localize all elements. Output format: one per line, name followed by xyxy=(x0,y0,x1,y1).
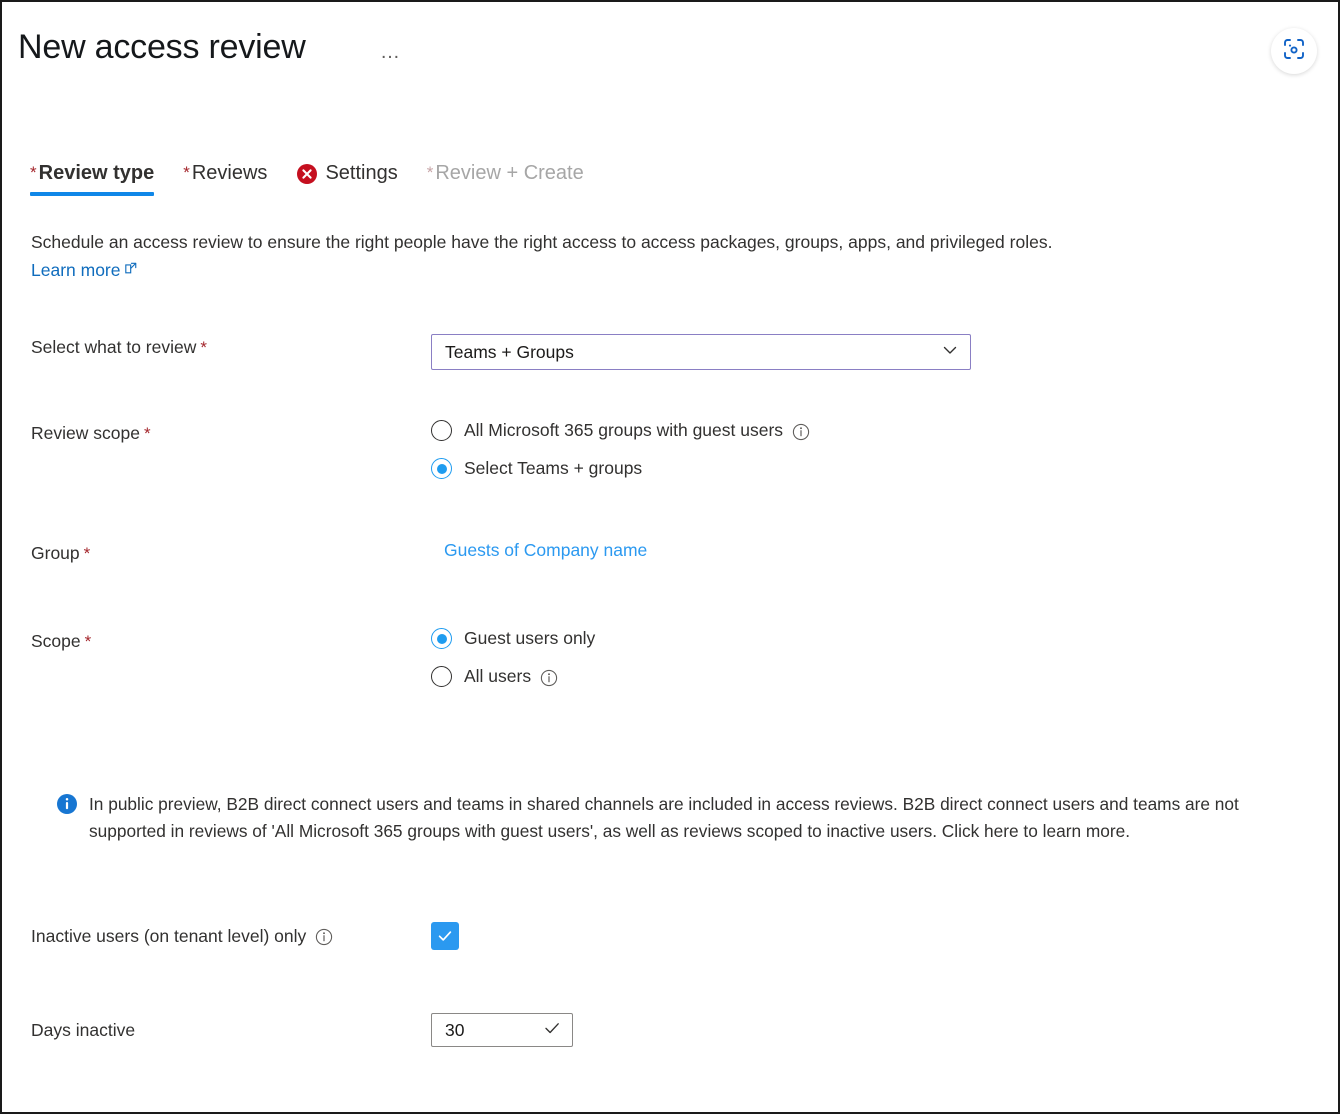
review-scope-field: All Microsoft 365 groups with guest user… xyxy=(431,420,1281,479)
wizard-tabs: * Review type * Reviews Settings * Revie… xyxy=(30,162,599,196)
chevron-down-icon xyxy=(940,340,960,365)
capture-screenshot-button[interactable] xyxy=(1271,28,1317,74)
label-text: Days inactive xyxy=(31,1020,135,1040)
radio-select-teams-groups[interactable]: Select Teams + groups xyxy=(431,458,1281,479)
external-link-icon xyxy=(123,256,138,284)
radio-label: All users xyxy=(464,666,531,687)
days-inactive-label: Days inactive xyxy=(31,1020,431,1041)
banner-text: In public preview, B2B direct connect us… xyxy=(89,791,1278,845)
radio-circle[interactable] xyxy=(431,420,452,441)
tab-label: Reviews xyxy=(192,162,268,185)
radio-guest-users-only[interactable]: Guest users only xyxy=(431,628,1281,649)
radio-label: Select Teams + groups xyxy=(464,458,642,479)
row-select-what-to-review: Select what to review* Teams + Groups xyxy=(31,334,1281,370)
required-asterisk: * xyxy=(427,163,434,183)
row-review-scope: Review scope* All Microsoft 365 groups w… xyxy=(31,420,1281,479)
inactive-users-checkbox[interactable] xyxy=(431,922,459,950)
tab-label: Review type xyxy=(39,162,155,185)
description-text: Schedule an access review to ensure the … xyxy=(31,232,1052,252)
row-scope: Scope* Guest users only All users xyxy=(31,628,1281,687)
page-header: New access review … xyxy=(2,2,1338,112)
inactive-users-field xyxy=(431,922,1281,950)
days-inactive-input[interactable]: 30 xyxy=(431,1013,573,1047)
info-icon[interactable] xyxy=(792,423,810,441)
review-scope-label: Review scope* xyxy=(31,420,431,444)
required-asterisk: * xyxy=(85,632,92,651)
public-preview-info-banner: In public preview, B2B direct connect us… xyxy=(56,791,1278,845)
select-what-to-review-label: Select what to review* xyxy=(31,334,431,358)
dropdown-value: Teams + Groups xyxy=(445,342,940,363)
label-text: Scope xyxy=(31,631,81,651)
radio-label: Guest users only xyxy=(464,628,595,649)
info-filled-icon xyxy=(56,793,78,820)
required-asterisk: * xyxy=(144,424,151,443)
days-inactive-field: 30 xyxy=(431,1013,1281,1047)
radio-all-m365-groups-with-guest-users[interactable]: All Microsoft 365 groups with guest user… xyxy=(431,420,1281,441)
row-inactive-users: Inactive users (on tenant level) only xyxy=(31,922,1281,950)
new-access-review-page: New access review … * Review type * xyxy=(0,0,1340,1114)
required-asterisk: * xyxy=(84,544,91,563)
review-scope-radio-group: All Microsoft 365 groups with guest user… xyxy=(431,420,1281,479)
row-days-inactive: Days inactive 30 xyxy=(31,1013,1281,1047)
row-group: Group* Guests of Company name xyxy=(31,540,1281,564)
more-options-button[interactable]: … xyxy=(380,42,401,62)
radio-all-users[interactable]: All users xyxy=(431,666,1281,687)
label-text: Review scope xyxy=(31,423,140,443)
camera-scan-icon xyxy=(1282,37,1306,66)
tab-review-create[interactable]: * Review + Create xyxy=(413,162,599,196)
required-asterisk: * xyxy=(183,163,190,183)
tab-label: Settings xyxy=(325,162,397,185)
scope-label: Scope* xyxy=(31,628,431,652)
tab-settings[interactable]: Settings xyxy=(282,162,412,196)
scope-field: Guest users only All users xyxy=(431,628,1281,687)
radio-label: All Microsoft 365 groups with guest user… xyxy=(464,420,783,441)
days-inactive-value: 30 xyxy=(445,1020,542,1041)
radio-circle[interactable] xyxy=(431,666,452,687)
label-text: Inactive users (on tenant level) only xyxy=(31,926,306,947)
select-what-to-review-field: Teams + Groups xyxy=(431,334,1281,370)
learn-more-label: Learn more xyxy=(31,256,121,284)
active-tab-underline xyxy=(30,192,154,196)
tab-review-type[interactable]: * Review type xyxy=(30,162,169,196)
page-title: New access review xyxy=(18,28,306,67)
required-asterisk: * xyxy=(200,338,207,357)
checkmark-icon[interactable] xyxy=(542,1018,562,1043)
group-value-link[interactable]: Guests of Company name xyxy=(444,540,647,560)
group-field: Guests of Company name xyxy=(431,540,1281,561)
info-icon[interactable] xyxy=(315,928,333,946)
error-x-icon xyxy=(296,163,318,185)
inactive-users-label: Inactive users (on tenant level) only xyxy=(31,926,431,947)
label-text: Group xyxy=(31,543,80,563)
label-text: Select what to review xyxy=(31,337,196,357)
scope-radio-group: Guest users only All users xyxy=(431,628,1281,687)
radio-circle[interactable] xyxy=(431,628,452,649)
select-what-to-review-dropdown[interactable]: Teams + Groups xyxy=(431,334,971,370)
info-icon[interactable] xyxy=(540,669,558,687)
radio-circle[interactable] xyxy=(431,458,452,479)
page-description: Schedule an access review to ensure the … xyxy=(31,228,1291,285)
required-asterisk: * xyxy=(30,163,37,183)
group-label: Group* xyxy=(31,540,431,564)
tab-reviews[interactable]: * Reviews xyxy=(169,162,282,196)
tab-label: Review + Create xyxy=(435,162,583,185)
learn-more-link[interactable]: Learn more xyxy=(31,256,138,284)
